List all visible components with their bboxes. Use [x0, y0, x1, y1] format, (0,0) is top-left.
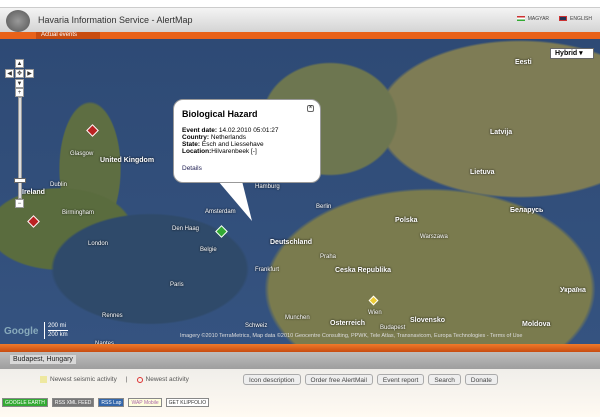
pan-left-icon[interactable]: ◀	[5, 69, 14, 78]
map-label: Lietuva	[470, 169, 495, 176]
biohazard-marker[interactable]	[215, 225, 228, 238]
rss-feed-badge[interactable]: RSS XML FEED	[51, 398, 95, 407]
map-label: Munchen	[285, 315, 310, 321]
map-label: Deutschland	[270, 239, 313, 246]
map-label: Wien	[368, 310, 382, 316]
app-title: Havaria Information Service - AlertMap	[38, 15, 193, 25]
lang-english[interactable]: ENGLISH	[559, 16, 592, 22]
map-label: Amsterdam	[205, 209, 236, 215]
event-popup: × Biological Hazard Event date: 14.02.20…	[173, 99, 321, 183]
zoom-track[interactable]	[18, 97, 22, 199]
close-icon[interactable]: ×	[307, 105, 314, 112]
event-report-button[interactable]: Event report	[376, 374, 425, 385]
popup-title: Biological Hazard	[182, 109, 258, 119]
map-label: Belgie	[200, 247, 217, 253]
pan-up-icon[interactable]: ▲	[15, 59, 24, 68]
map-label: Slovensko	[410, 317, 446, 324]
event-date: 14.02.2010 05:01:27	[218, 127, 279, 134]
map-label: Dublin	[50, 182, 68, 188]
zoom-thumb[interactable]	[14, 178, 26, 183]
map-label: Glasgow	[70, 151, 94, 157]
pan-right-icon[interactable]: ▶	[25, 69, 34, 78]
map-label: Schweiz	[245, 323, 268, 329]
legend: Newest seismic activity | Newest activit…	[40, 376, 189, 383]
zoom-in-icon[interactable]: +	[15, 88, 24, 97]
map-scale: 200 mi 200 km	[44, 322, 68, 339]
map-label: Polska	[395, 217, 418, 224]
zoom-slider[interactable]: + −	[14, 88, 26, 208]
seismic-marker[interactable]	[368, 295, 379, 306]
map-label: Беларусь	[510, 207, 544, 214]
event-location: Hilvarenbeek [-]	[211, 148, 257, 155]
map-label: Frankfurt	[255, 267, 280, 273]
map-label: Hamburg	[255, 184, 280, 190]
order-alertmail-button[interactable]: Order free AlertMail	[304, 374, 373, 385]
details-link[interactable]: Details	[182, 165, 312, 172]
donate-button[interactable]: Donate	[464, 374, 498, 385]
language-switcher: MAGYAR ENGLISH	[516, 16, 592, 22]
header: Havaria Information Service - AlertMap M…	[0, 7, 600, 32]
zoom-out-icon[interactable]: −	[15, 199, 24, 208]
map-label: Berlin	[316, 204, 332, 210]
pan-reset-icon[interactable]: ✥	[15, 69, 24, 78]
map-label: Praha	[320, 254, 337, 260]
map-label: Eesti	[515, 59, 532, 66]
event-marker[interactable]	[86, 124, 99, 137]
map-label: Ceska Republika	[335, 267, 392, 274]
event-marker[interactable]	[27, 215, 40, 228]
location-name: Budapest, Hungary	[10, 355, 76, 364]
map-copyright: Imagery ©2010 TerraMetrics, Map data ©20…	[180, 333, 523, 339]
icon-description-button[interactable]: Icon description	[243, 374, 301, 385]
map-label: Latvija	[490, 129, 513, 136]
search-button[interactable]: Search	[428, 374, 461, 385]
pan-down-icon[interactable]: ▼	[15, 79, 24, 88]
klipfolio-badge[interactable]: GET KLIPFOLIO	[165, 398, 210, 407]
newest-legend-icon	[136, 376, 143, 383]
hungary-flag-icon	[516, 16, 525, 22]
event-state: Esch and Liessehave	[201, 141, 264, 148]
rss-lap-badge[interactable]: RSS Lap	[98, 398, 125, 407]
tab-actual-events[interactable]: Actual events	[36, 32, 100, 39]
map-label: Osterreich	[330, 320, 366, 327]
havaria-logo	[6, 10, 30, 32]
map-label: Україна	[560, 287, 586, 294]
google-earth-badge[interactable]: GOOGLE EARTH	[2, 398, 48, 407]
seismic-legend-icon	[40, 376, 47, 383]
map-label: London	[88, 241, 109, 247]
divider	[0, 344, 600, 352]
map-label: Paris	[170, 282, 184, 288]
map-type-select[interactable]: Hybrid ▾	[550, 48, 594, 59]
footer: Newest seismic activity | Newest activit…	[0, 369, 600, 417]
map-label: Rennes	[102, 313, 123, 319]
google-logo[interactable]: Google	[4, 326, 38, 337]
map-label: United Kingdom	[100, 157, 155, 164]
map-view[interactable]: Glasgow United Kingdom Ireland Dublin Birmin…	[0, 39, 600, 344]
map-label: Den Haag	[172, 226, 200, 232]
pan-control: ▲ ◀ ✥ ▶ ▼	[5, 59, 41, 89]
map-label: Budapest	[380, 325, 406, 331]
uk-flag-icon	[559, 16, 568, 22]
lang-magyar[interactable]: MAGYAR	[516, 16, 549, 22]
map-label: Warszawa	[420, 234, 448, 240]
event-country: Netherlands	[210, 134, 246, 141]
map-label: Birmingham	[62, 210, 95, 216]
map-label: Moldova	[522, 321, 551, 328]
wap-mobile-badge[interactable]: WAP Mobile	[128, 398, 162, 407]
location-bar: Budapest, Hungary	[0, 352, 600, 369]
